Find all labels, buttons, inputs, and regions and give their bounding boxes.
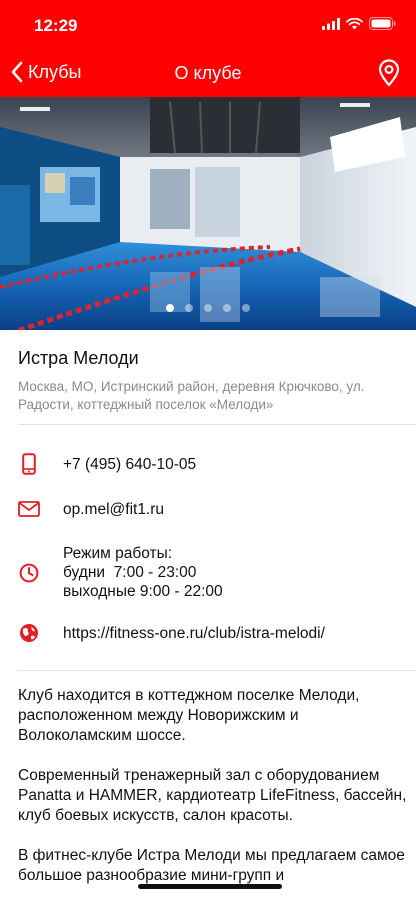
- working-hours: Режим работы: будни 7:00 - 23:00 выходны…: [63, 544, 223, 601]
- carousel-dot[interactable]: [166, 304, 174, 312]
- divider: [18, 424, 416, 425]
- photo-carousel[interactable]: [0, 97, 416, 330]
- hours-row: Режим работы: будни 7:00 - 23:00 выходны…: [18, 544, 406, 602]
- divider: [18, 670, 416, 671]
- wifi-icon: [346, 17, 363, 29]
- description-paragraph: Современный тренажерный зал с оборудован…: [18, 767, 407, 824]
- club-header: Истра Мелоди Москва, МО, Истринский райо…: [18, 348, 408, 414]
- page-title: О клубе: [174, 63, 242, 83]
- battery-icon: [369, 17, 396, 30]
- club-description: Клуб находится в коттеджном поселке Мело…: [18, 686, 408, 900]
- status-time: 12:29: [34, 16, 78, 35]
- signal-icon: [322, 17, 340, 30]
- navigation-bar: Клубы О клубе: [0, 50, 416, 97]
- carousel-dot[interactable]: [223, 304, 231, 312]
- carousel-dot[interactable]: [204, 304, 212, 312]
- phone-number-link[interactable]: +7 (495) 640-10-05: [63, 455, 196, 474]
- phone-icon: [18, 453, 40, 475]
- map-pin-icon: [378, 59, 400, 87]
- home-indicator[interactable]: [138, 884, 282, 889]
- email-row[interactable]: op.mel@fit1.ru: [18, 497, 406, 521]
- pool-photo: [0, 97, 416, 330]
- carousel-dot[interactable]: [242, 304, 250, 312]
- hours-weekdays: будни 7:00 - 23:00: [63, 564, 197, 581]
- phone-row[interactable]: +7 (495) 640-10-05: [18, 452, 406, 476]
- status-icons: [322, 17, 396, 30]
- carousel-dot[interactable]: [185, 304, 193, 312]
- mail-icon: [18, 501, 40, 517]
- hours-weekends: выходные 9:00 - 22:00: [63, 583, 223, 600]
- description-paragraph: В фитнес-клубе Истра Мелоди мы предлагае…: [18, 847, 405, 884]
- clock-icon: [18, 563, 40, 583]
- website-row[interactable]: https://fitness-one.ru/club/istra-melodi…: [18, 621, 406, 645]
- description-paragraph: Клуб находится в коттеджном поселке Мело…: [18, 687, 360, 744]
- map-button[interactable]: [378, 59, 400, 92]
- globe-icon: [18, 623, 40, 643]
- website-link[interactable]: https://fitness-one.ru/club/istra-melodi…: [63, 624, 325, 643]
- email-link[interactable]: op.mel@fit1.ru: [63, 500, 164, 519]
- status-bar: 12:29: [0, 0, 416, 50]
- club-address: Москва, МО, Истринский район, деревня Кр…: [18, 379, 365, 412]
- hours-title: Режим работы:: [63, 545, 173, 562]
- club-name: Истра Мелоди: [18, 348, 139, 368]
- carousel-pagination[interactable]: [0, 304, 416, 312]
